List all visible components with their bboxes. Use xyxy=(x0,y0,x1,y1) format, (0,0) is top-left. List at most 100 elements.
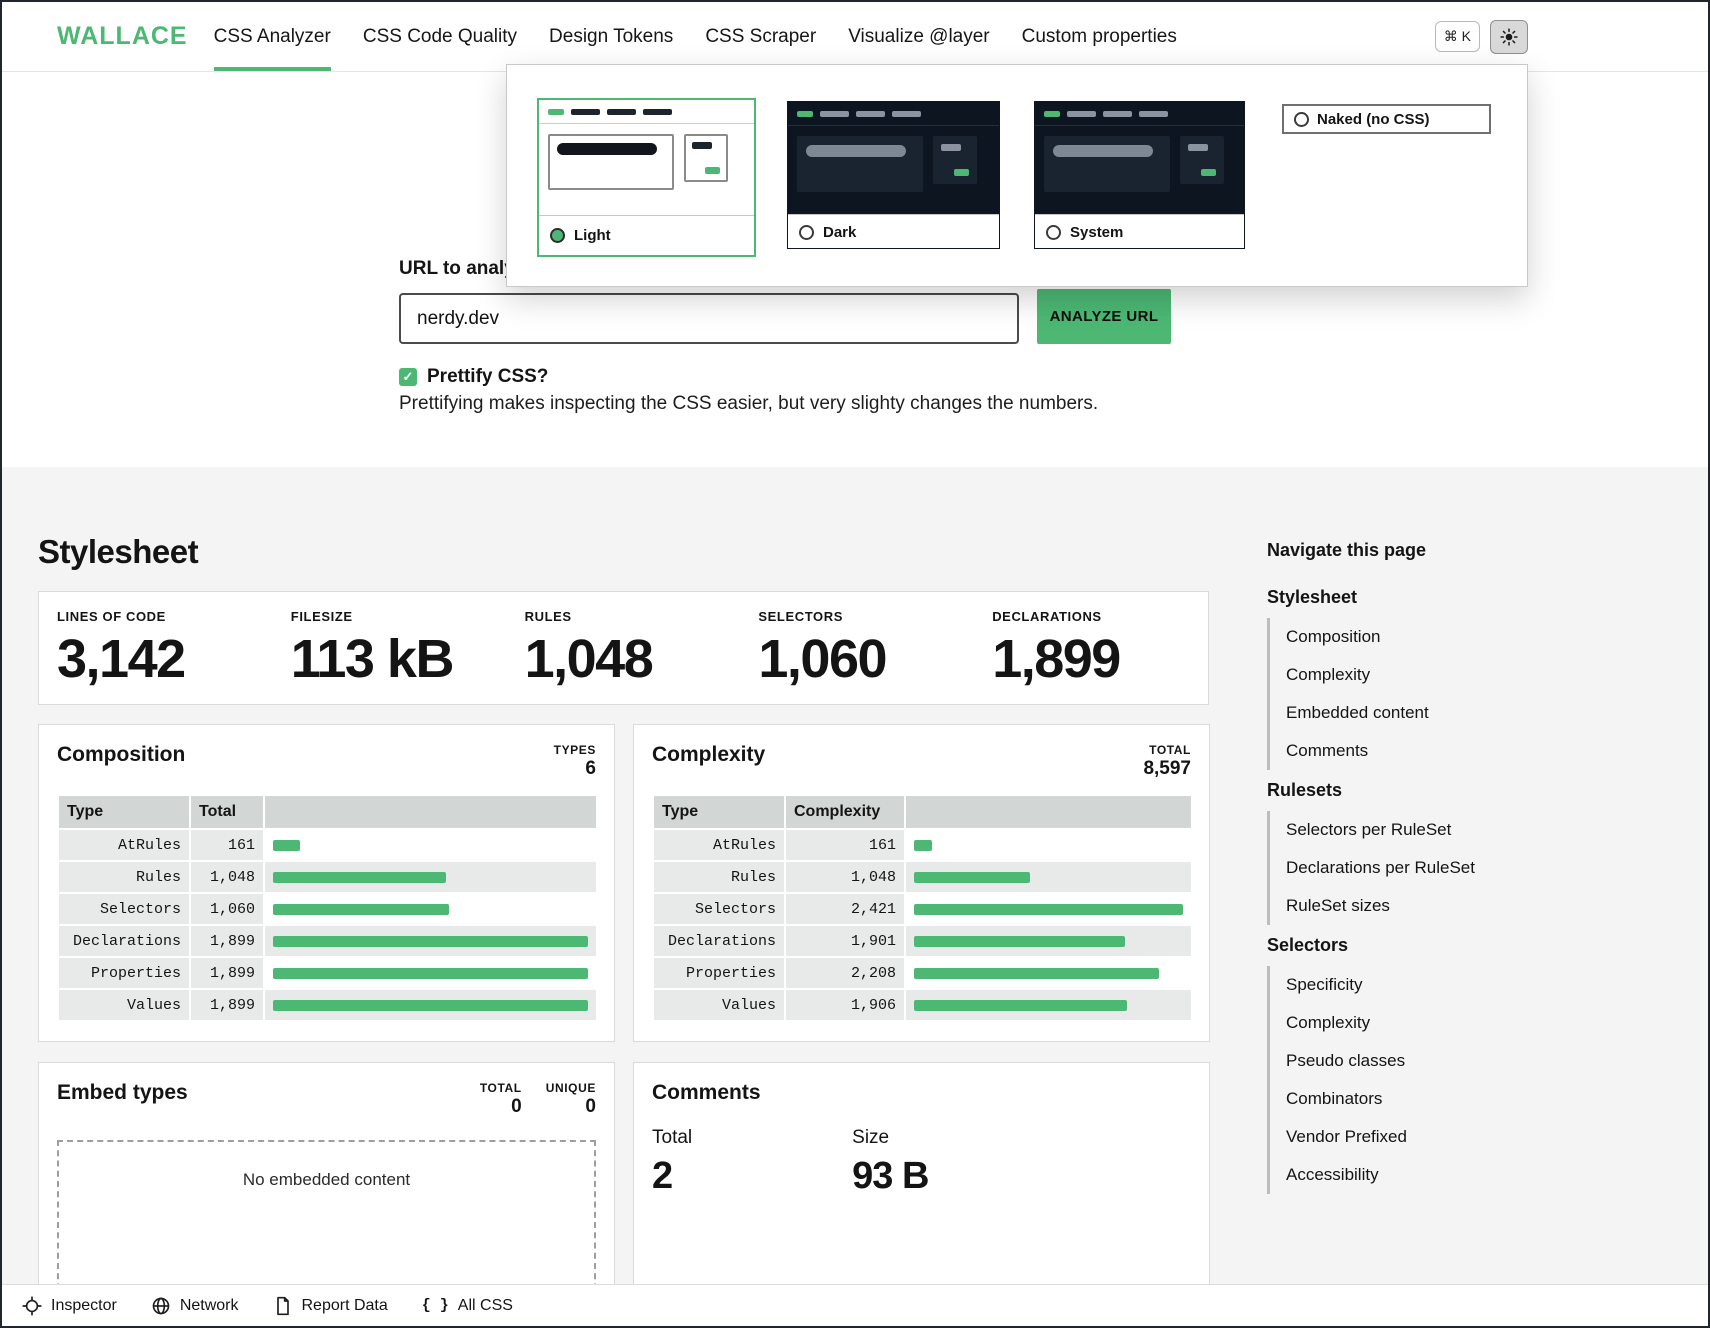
report-data-tab[interactable]: Report Data xyxy=(273,1296,388,1316)
command-k-button[interactable]: ⌘ K xyxy=(1435,21,1480,52)
complexity-card: Complexity TOTAL 8,597 Type Complexity A… xyxy=(633,724,1210,1042)
nav-css-scraper[interactable]: CSS Scraper xyxy=(705,2,816,71)
system-radio[interactable] xyxy=(1046,225,1061,240)
network-icon xyxy=(151,1296,171,1316)
page-nav-item-composition[interactable]: Composition xyxy=(1270,618,1547,656)
light-radio[interactable] xyxy=(550,228,565,243)
prettify-checkbox[interactable] xyxy=(399,368,417,386)
table-row: Declarations1,901 xyxy=(654,926,1191,956)
composition-card: Composition TYPES 6 Type Total AtRules16… xyxy=(38,724,615,1042)
stat-lines-of-code: LINES OF CODE 3,142 xyxy=(39,592,273,704)
stat-declarations: DECLARATIONS 1,899 xyxy=(974,592,1208,704)
stat-selectors: SELECTORS 1,060 xyxy=(740,592,974,704)
page-nav-item-complexity[interactable]: Complexity xyxy=(1270,656,1547,694)
page-navigation: Navigate this page Stylesheet Compositio… xyxy=(1267,540,1547,1194)
stat-filesize: FILESIZE 113 kB xyxy=(273,592,507,704)
theme-picker-dropdown: Light Dark xyxy=(506,64,1528,287)
page-nav-item-selector-complexity[interactable]: Complexity xyxy=(1270,1004,1547,1042)
table-row: AtRules161 xyxy=(59,830,596,860)
theme-option-dark[interactable]: Dark xyxy=(787,101,1000,249)
value-bar xyxy=(914,840,932,851)
page-title: Stylesheet xyxy=(38,533,198,571)
table-row: Properties2,208 xyxy=(654,958,1191,988)
embed-types-title: Embed types xyxy=(57,1081,188,1105)
results-section: Stylesheet LINES OF CODE 3,142 FILESIZE … xyxy=(2,467,1708,1326)
top-navbar: WALLACE CSS Analyzer CSS Code Quality De… xyxy=(2,2,1708,72)
theme-option-light[interactable]: Light xyxy=(537,98,756,257)
value-bar xyxy=(273,936,588,947)
value-bar xyxy=(273,872,446,883)
theme-system-label: System xyxy=(1070,224,1123,241)
theme-option-naked[interactable]: Naked (no CSS) xyxy=(1282,104,1491,134)
theme-toggle-button[interactable] xyxy=(1490,20,1528,54)
page-nav-item-vendor-prefixed[interactable]: Vendor Prefixed xyxy=(1270,1118,1547,1156)
nav-right-controls: ⌘ K xyxy=(1435,20,1528,54)
page-nav-section-rulesets[interactable]: Rulesets xyxy=(1267,770,1547,811)
table-row: Rules1,048 xyxy=(654,862,1191,892)
complexity-table: Type Complexity AtRules161 Rules1,048 Se… xyxy=(652,794,1193,1022)
comments-card: Comments Total 2 Size 93 B xyxy=(633,1062,1210,1312)
no-embedded-content-text: No embedded content xyxy=(243,1170,410,1189)
nav-css-code-quality[interactable]: CSS Code Quality xyxy=(363,2,517,71)
prettify-hint: Prettifying makes inspecting the CSS eas… xyxy=(399,393,1098,415)
page-nav-item-ruleset-sizes[interactable]: RuleSet sizes xyxy=(1270,887,1547,925)
bottom-toolbar: Inspector Network Report Data { } All CS… xyxy=(2,1284,1708,1326)
theme-option-system[interactable]: System xyxy=(1034,101,1245,249)
table-row: Declarations1,899 xyxy=(59,926,596,956)
embed-types-card: Embed types TOTAL 0 UNIQUE 0 No embedded… xyxy=(38,1062,615,1312)
nav-visualize-layer[interactable]: Visualize @layer xyxy=(848,2,989,71)
page-nav-section-stylesheet[interactable]: Stylesheet xyxy=(1267,577,1547,618)
nav-css-analyzer[interactable]: CSS Analyzer xyxy=(214,2,331,71)
value-bar xyxy=(273,904,449,915)
value-bar xyxy=(914,968,1159,979)
theme-preview-light xyxy=(539,100,754,215)
comments-title: Comments xyxy=(652,1081,761,1105)
wallace-logo[interactable]: WALLACE xyxy=(57,22,188,51)
page-nav-item-specificity[interactable]: Specificity xyxy=(1270,966,1547,1004)
page-nav-item-combinators[interactable]: Combinators xyxy=(1270,1080,1547,1118)
all-css-tab[interactable]: { } All CSS xyxy=(422,1297,513,1315)
theme-preview-dark xyxy=(788,102,999,214)
value-bar xyxy=(273,1000,588,1011)
embed-unique-meta: UNIQUE 0 xyxy=(546,1081,596,1118)
analyze-url-button[interactable]: ANALYZE URL xyxy=(1037,289,1171,344)
theme-naked-label: Naked (no CSS) xyxy=(1317,111,1430,128)
stylesheet-stats-card: LINES OF CODE 3,142 FILESIZE 113 kB RULE… xyxy=(38,591,1209,705)
report-data-icon xyxy=(273,1296,293,1316)
network-tab[interactable]: Network xyxy=(151,1296,239,1316)
inspector-tab[interactable]: Inspector xyxy=(22,1296,117,1316)
page-nav-item-accessibility[interactable]: Accessibility xyxy=(1270,1156,1547,1194)
theme-light-label: Light xyxy=(574,227,611,244)
page-nav-item-pseudo-classes[interactable]: Pseudo classes xyxy=(1270,1042,1547,1080)
nav-design-tokens[interactable]: Design Tokens xyxy=(549,2,673,71)
url-input[interactable] xyxy=(399,293,1019,344)
naked-radio[interactable] xyxy=(1294,112,1309,127)
all-css-icon: { } xyxy=(422,1297,449,1314)
theme-dark-label-row: Dark xyxy=(788,214,999,249)
prettify-label: Prettify CSS? xyxy=(427,366,548,388)
page-nav-item-embedded-content[interactable]: Embedded content xyxy=(1270,694,1547,732)
value-bar xyxy=(914,936,1125,947)
prettify-row: Prettify CSS? xyxy=(399,366,548,388)
comments-total: Total 2 xyxy=(652,1127,692,1198)
table-row: Rules1,048 xyxy=(59,862,596,892)
value-bar xyxy=(914,872,1030,883)
page-nav-item-selectors-per-ruleset[interactable]: Selectors per RuleSet xyxy=(1270,811,1547,849)
value-bar xyxy=(914,1000,1127,1011)
stat-rules: RULES 1,048 xyxy=(507,592,741,704)
embed-total-meta: TOTAL 0 xyxy=(480,1081,522,1118)
composition-title: Composition xyxy=(57,743,185,767)
nav-custom-properties[interactable]: Custom properties xyxy=(1022,2,1177,71)
value-bar xyxy=(914,904,1183,915)
table-row: AtRules161 xyxy=(654,830,1191,860)
table-row: Values1,906 xyxy=(654,990,1191,1020)
page-nav-title: Navigate this page xyxy=(1267,540,1547,561)
theme-system-label-row: System xyxy=(1035,214,1244,249)
comments-size: Size 93 B xyxy=(852,1127,928,1198)
theme-dark-label: Dark xyxy=(823,224,856,241)
page-nav-item-comments[interactable]: Comments xyxy=(1270,732,1547,770)
page-nav-item-declarations-per-ruleset[interactable]: Declarations per RuleSet xyxy=(1270,849,1547,887)
dark-radio[interactable] xyxy=(799,225,814,240)
page-nav-section-selectors[interactable]: Selectors xyxy=(1267,925,1547,966)
app-window: WALLACE CSS Analyzer CSS Code Quality De… xyxy=(0,0,1710,1328)
